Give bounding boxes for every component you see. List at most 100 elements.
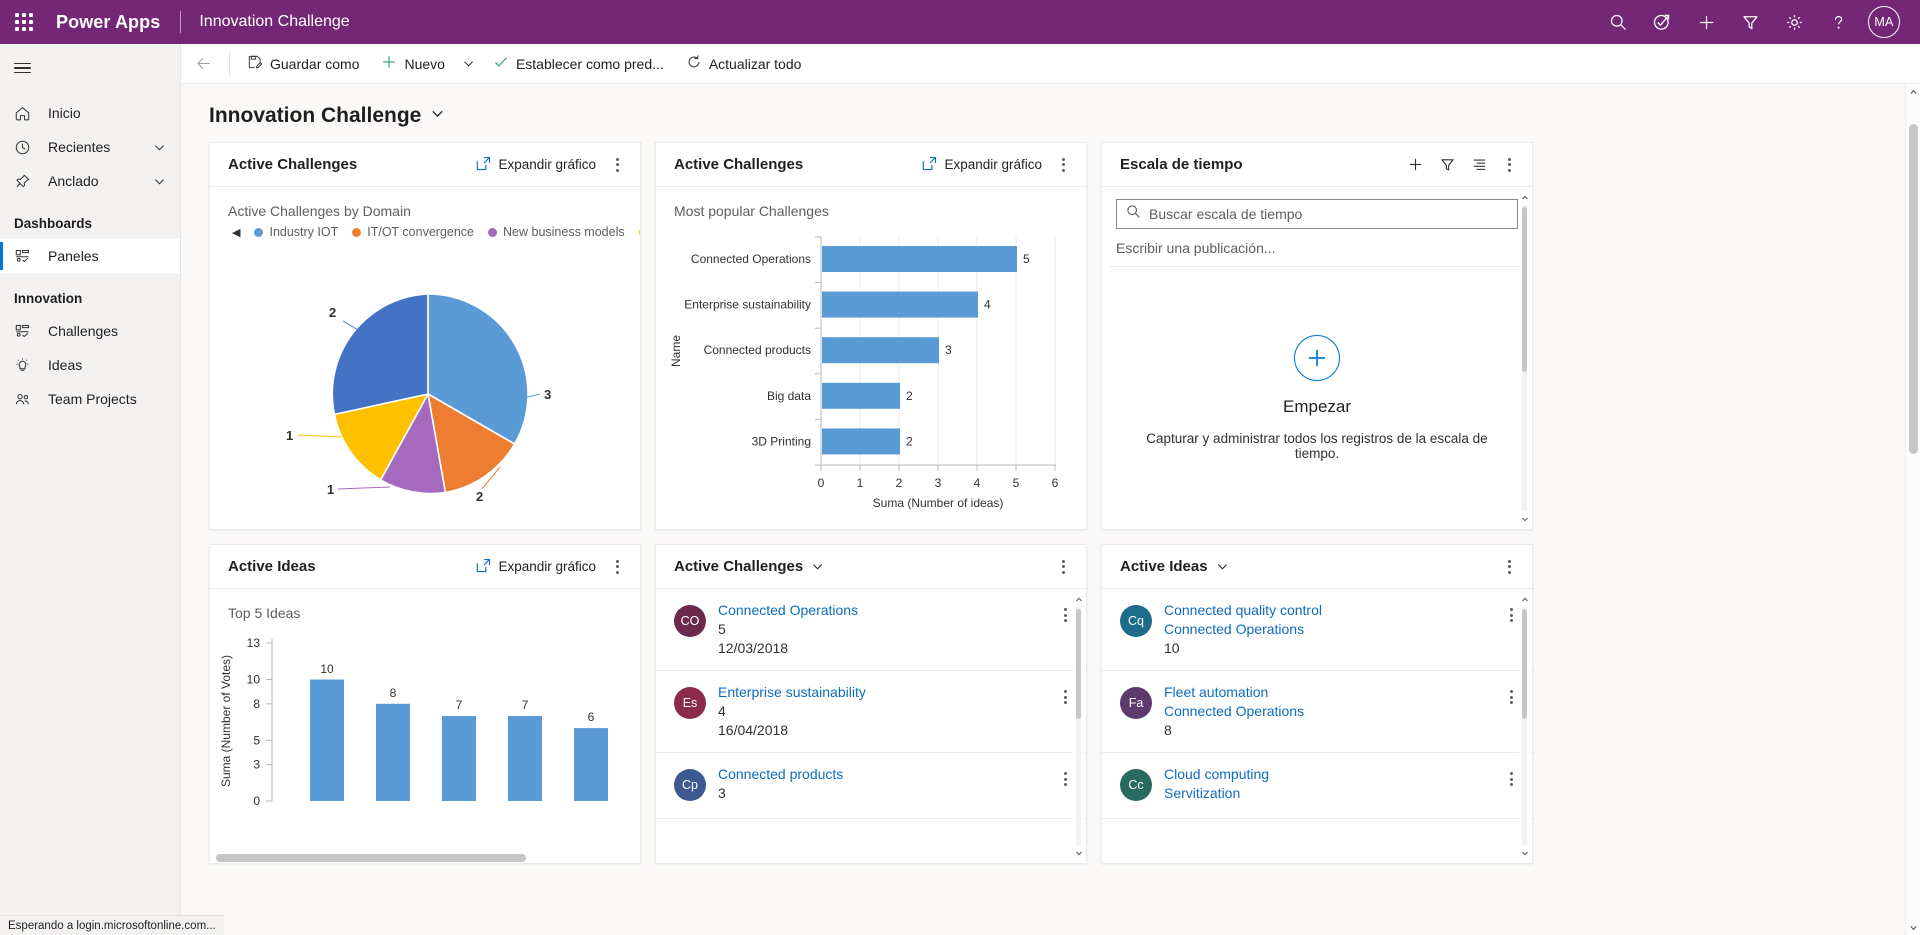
chart-subtitle: Top 5 Ideas [228,605,301,621]
new-button[interactable]: Nuevo [370,46,455,82]
list-item[interactable]: Es Enterprise sustainability 4 16/04/201… [656,671,1086,753]
list-view-chevron-down-icon[interactable] [811,560,824,573]
help-icon[interactable] [1816,0,1860,44]
card-more-options-icon[interactable] [1496,151,1522,179]
set-default-button[interactable]: Establecer como pred... [482,46,675,82]
sidebar-item-team-projects[interactable]: Team Projects [0,382,180,416]
legend-item[interactable]: C [638,225,640,239]
expand-chart-button[interactable]: Expandir gráfico [470,554,602,580]
challenges-list-scrollbar[interactable] [1073,593,1084,859]
list-item-title[interactable]: Enterprise sustainability [718,683,1040,702]
search-icon[interactable] [1596,0,1640,44]
list-item-title[interactable]: Connected products [718,765,1040,784]
legend-item[interactable]: Industry IOT [254,225,338,239]
bar-value-label: 2 [906,434,913,448]
sidebar-item-label: Challenges [48,323,119,339]
bar[interactable] [822,428,900,455]
list-item[interactable]: Cq Connected quality control Connected O… [1102,589,1532,671]
sidebar-item-inicio[interactable]: Inicio [0,96,180,130]
avatar: Cc [1120,769,1152,801]
new-dropdown-chevron-down-icon[interactable] [456,46,482,82]
list-item-value: 10 [1164,640,1180,656]
filter-icon[interactable] [1728,0,1772,44]
sidebar-item-anclado[interactable]: Anclado [0,164,180,198]
x-axis-title: Suma (Number of ideas) [873,496,1004,510]
timeline-list-icon[interactable] [1464,150,1494,180]
list-item-title[interactable]: Fleet automation [1164,683,1486,702]
timeline-add-plus-icon[interactable] [1400,150,1430,180]
list-item-subtitle[interactable]: Connected Operations [1164,702,1486,721]
bar[interactable] [442,716,476,801]
timeline-search-box[interactable] [1116,199,1518,229]
list-item-subtitle[interactable]: Connected Operations [1164,620,1486,639]
list-item-title[interactable]: Connected quality control [1164,601,1486,620]
bar[interactable] [822,246,1017,272]
gear-icon[interactable] [1772,0,1816,44]
check-circle-icon[interactable] [1640,0,1684,44]
back-arrow-icon[interactable] [187,48,219,80]
card-more-options-icon[interactable] [1496,553,1522,581]
expand-icon [476,156,491,174]
bar[interactable] [822,382,900,409]
card-more-options-icon[interactable] [1050,553,1076,581]
chevron-down-icon[interactable] [153,141,180,154]
avatar: Es [674,687,706,719]
legend-item[interactable]: IT/OT convergence [352,225,474,239]
card-title[interactable]: Active Ideas [1120,558,1208,575]
expand-chart-button[interactable]: Expandir gráfico [916,152,1048,178]
legend-label: IT/OT convergence [367,225,475,239]
timeline-scrollbar[interactable] [1519,191,1530,525]
list-view-chevron-down-icon[interactable] [1216,560,1229,573]
save-as-button[interactable]: Guardar como [236,46,370,82]
sidebar-item-paneles[interactable]: Paneles [0,239,180,273]
chevron-down-icon[interactable] [153,175,180,188]
expand-chart-button[interactable]: Expandir gráfico [470,152,602,178]
bar-category-label: 3D Printing [752,434,811,448]
legend-prev-arrow-icon[interactable]: ◀ [232,226,240,239]
bar[interactable] [310,679,344,802]
bar[interactable] [376,703,410,801]
list-item-title[interactable]: Connected Operations [718,601,1040,620]
legend-item[interactable]: New business models [488,225,625,239]
bar[interactable] [508,716,542,801]
list-item[interactable]: Cc Cloud computing Servitization [1102,753,1532,819]
main-vertical-scrollbar[interactable] [1905,84,1920,935]
card-title[interactable]: Active Challenges [674,558,803,575]
app-launcher-waffle-icon[interactable] [0,0,48,44]
refresh-all-button[interactable]: Actualizar todo [675,46,813,82]
timeline-filter-icon[interactable] [1432,150,1462,180]
sidebar-item-challenges[interactable]: Challenges [0,314,180,348]
dashboard-title-row[interactable]: Innovation Challenge [181,84,1920,142]
bar[interactable] [822,291,978,318]
check-icon [493,54,509,73]
dashboard-chevron-down-icon[interactable] [430,106,445,126]
card-more-options-icon[interactable] [604,151,630,179]
timeline-post-placeholder[interactable]: Escribir una publicación... [1102,229,1532,266]
user-avatar-button[interactable]: MA [1860,0,1908,44]
pie-chart[interactable]: 3 2 1 1 2 [210,239,640,529]
pin-icon [14,173,36,190]
list-item[interactable]: CO Connected Operations 5 12/03/2018 [656,589,1086,671]
bar-value-label: 8 [390,686,397,700]
y-axis-title: Name [669,335,683,367]
list-item[interactable]: Fa Fleet automation Connected Operations… [1102,671,1532,753]
bar-chart-horizontal[interactable]: 5 4 3 2 2 Connected Operations Enterpris… [656,219,1086,529]
bar-chart-vertical[interactable]: 13 10 8 5 3 0 Suma (Number of Votes) 10 … [210,621,640,831]
timeline-search-input[interactable] [1149,206,1508,222]
timeline-create-plus-icon[interactable] [1294,335,1340,381]
ideas-list-scrollbar[interactable] [1519,593,1530,859]
card-more-options-icon[interactable] [1050,151,1076,179]
card-more-options-icon[interactable] [604,553,630,581]
sidebar-item-ideas[interactable]: Ideas [0,348,180,382]
list-item-title[interactable]: Cloud computing [1164,765,1486,784]
list-item[interactable]: Cp Connected products 3 [656,753,1086,819]
bar[interactable] [574,728,608,801]
bar[interactable] [822,337,939,364]
brand-powerapps[interactable]: Power Apps [48,12,160,33]
hamburger-menu-icon[interactable] [0,48,180,88]
sidebar: Inicio Recientes Anclado Dashboards Pane… [0,44,180,935]
sidebar-item-recientes[interactable]: Recientes [0,130,180,164]
ideas-chart-horizontal-scrollbar[interactable] [216,854,526,862]
plus-icon[interactable] [1684,0,1728,44]
list-item-subtitle[interactable]: Servitization [1164,784,1486,803]
